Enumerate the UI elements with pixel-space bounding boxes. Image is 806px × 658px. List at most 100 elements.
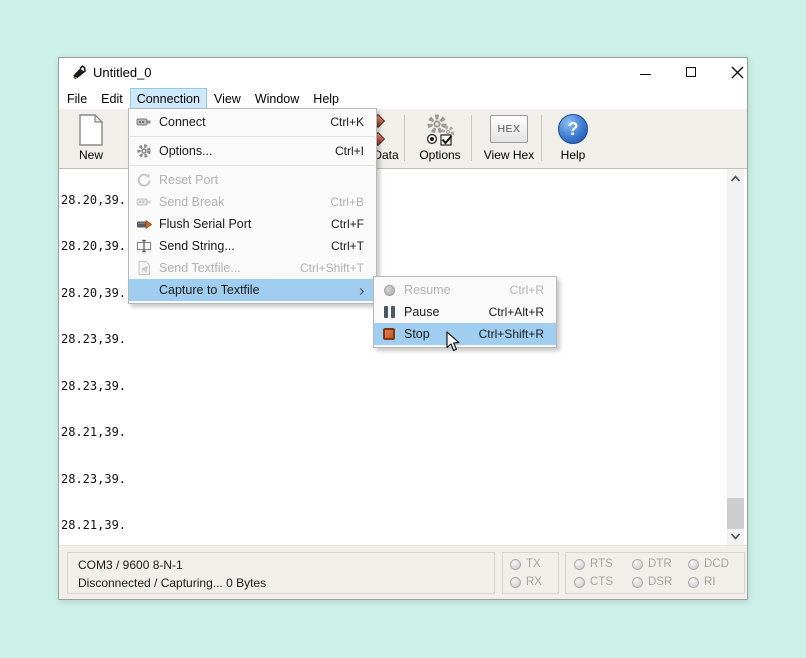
menu-connection[interactable]: Connection [130, 88, 207, 109]
close-button[interactable] [723, 58, 753, 88]
dcd-led-icon [688, 559, 699, 570]
menu-separator [130, 165, 375, 166]
menu-item-shortcut: Ctrl+Shift+T [300, 261, 376, 275]
menu-item-label: Options... [159, 144, 335, 158]
terminal-line: 28.21,39. [61, 518, 140, 534]
minimize-icon [640, 74, 651, 75]
dsr-led-icon [632, 577, 643, 588]
title-bar[interactable]: Untitled_0 [59, 58, 747, 88]
window-title: Untitled_0 [93, 65, 152, 80]
led-label: DCD [704, 558, 729, 570]
menu-window[interactable]: Window [248, 88, 306, 109]
menu-separator [130, 136, 375, 137]
menu-item-label: Send Textfile... [159, 261, 300, 275]
terminal-line: 28.23,39. [61, 379, 140, 395]
toolbar-button-help[interactable]: ? Help [547, 112, 599, 166]
toolbar-button-view-hex[interactable]: HEX View Hex [477, 112, 541, 166]
gear-icon [129, 143, 159, 159]
led-label: TX [526, 558, 541, 570]
submenu-item-stop[interactable]: Stop Ctrl+Shift+R [374, 323, 556, 345]
usb-connect-icon [129, 114, 159, 130]
led-label: RX [526, 576, 542, 588]
pause-icon [374, 306, 404, 318]
submenu-item-resume[interactable]: Resume Ctrl+R [374, 279, 556, 301]
send-string-icon [129, 238, 159, 254]
menu-item-label: Resume [404, 283, 510, 297]
minimize-button[interactable] [631, 58, 661, 88]
terminal-line: 28.23,39. [61, 332, 140, 348]
hex-badge-icon: HEX [490, 115, 528, 143]
send-textfile-icon [129, 260, 159, 276]
tx-led-icon [510, 559, 521, 570]
menu-item-label: Connect [159, 115, 330, 129]
menu-item-shortcut: Ctrl+R [510, 283, 556, 297]
serial-plug-icon [71, 65, 89, 81]
menu-item-shortcut: Ctrl+K [330, 115, 376, 129]
led-label: CTS [590, 576, 613, 588]
menu-item-options[interactable]: Options... Ctrl+I [129, 140, 376, 162]
menu-item-label: Flush Serial Port [159, 217, 331, 231]
status-txrx-panel: TX RX [502, 552, 559, 594]
menu-item-label: Pause [404, 305, 489, 319]
toolbar-separator [541, 115, 542, 161]
status-port-info: COM3 / 9600 8-N-1 [78, 557, 484, 573]
terminal-line: 28.21,39. [61, 425, 140, 441]
menu-item-connect[interactable]: Connect Ctrl+K [129, 111, 376, 133]
menu-item-shortcut: Ctrl+F [331, 217, 376, 231]
vertical-scrollbar[interactable] [727, 169, 744, 546]
options-gears-icon [409, 112, 471, 148]
menu-item-shortcut: Ctrl+I [335, 144, 376, 158]
toolbar-button-label: New [63, 148, 119, 162]
toolbar-separator [404, 115, 405, 161]
scrollbar-down-icon[interactable] [727, 528, 744, 544]
status-bar: COM3 / 9600 8-N-1 Disconnected / Capturi… [59, 545, 747, 599]
menu-item-send-textfile[interactable]: Send Textfile... Ctrl+Shift+T [129, 257, 376, 279]
menu-item-label: Send Break [159, 195, 330, 209]
menu-item-label: Reset Port [159, 173, 364, 187]
led-label: DSR [648, 576, 672, 588]
flush-port-icon [129, 216, 159, 232]
toolbar-separator [471, 115, 472, 161]
rts-led-icon [574, 559, 585, 570]
menu-item-send-string[interactable]: Send String... Ctrl+T [129, 235, 376, 257]
dtr-led-icon [632, 559, 643, 570]
cts-led-icon [574, 577, 585, 588]
close-icon [731, 66, 744, 79]
menu-file[interactable]: File [60, 88, 94, 109]
reset-port-icon [129, 172, 159, 188]
scrollbar-up-icon[interactable] [727, 171, 744, 187]
scrollbar-thumb[interactable] [727, 498, 744, 529]
new-document-icon [63, 112, 119, 148]
send-break-icon [129, 194, 159, 210]
help-icon: ? [558, 114, 588, 144]
submenu-item-pause[interactable]: Pause Ctrl+Alt+R [374, 301, 556, 323]
menu-item-flush-serial-port[interactable]: Flush Serial Port Ctrl+F [129, 213, 376, 235]
toolbar-button-label: Options [409, 148, 471, 162]
led-label: DTR [648, 558, 672, 570]
menu-item-send-break[interactable]: Send Break Ctrl+B [129, 191, 376, 213]
status-connection-panel: COM3 / 9600 8-N-1 Disconnected / Capturi… [67, 552, 495, 594]
menu-item-shortcut: Ctrl+B [330, 195, 376, 209]
resume-icon [374, 285, 404, 296]
maximize-icon [686, 67, 696, 77]
toolbar-button-new[interactable]: New [63, 112, 119, 166]
menu-item-label: Capture to Textfile [159, 283, 358, 297]
menu-help[interactable]: Help [306, 88, 346, 109]
desktop: Untitled_0 File Edit Connection View Win… [0, 0, 806, 658]
maximize-button[interactable] [677, 58, 707, 88]
menu-view[interactable]: View [207, 88, 248, 109]
toolbar-button-options[interactable]: Options [409, 112, 471, 166]
menu-item-capture-to-textfile[interactable]: Capture to Textfile [129, 279, 376, 301]
capture-submenu: Resume Ctrl+R Pause Ctrl+Alt+R Stop Ctrl… [373, 276, 557, 348]
toolbar-button-label: View Hex [477, 148, 541, 162]
menu-item-shortcut: Ctrl+Alt+R [489, 305, 556, 319]
stop-icon [374, 328, 404, 340]
menu-edit[interactable]: Edit [94, 88, 130, 109]
toolbar-button-label: Help [547, 148, 599, 162]
rx-led-icon [510, 577, 521, 588]
menu-item-label: Send String... [159, 239, 331, 253]
menu-item-reset-port[interactable]: Reset Port [129, 169, 376, 191]
mouse-cursor-icon [446, 331, 462, 353]
menu-item-shortcut: Ctrl+T [331, 239, 376, 253]
menu-item-label: Stop [404, 327, 479, 341]
